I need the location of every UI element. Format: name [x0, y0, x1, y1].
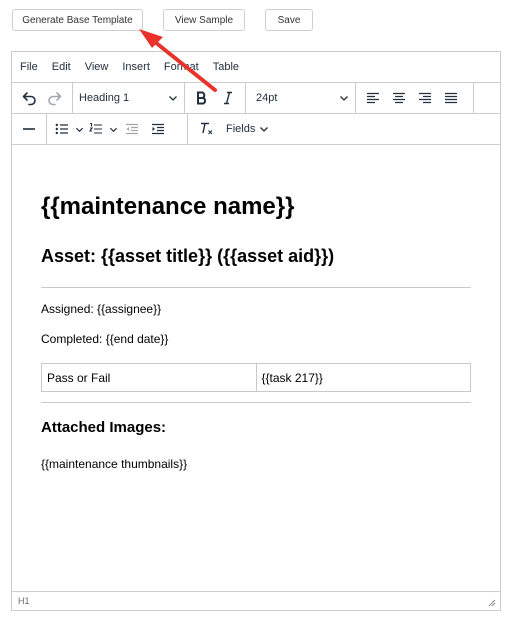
- bullet-list-button[interactable]: [51, 117, 85, 141]
- hr-group: [12, 114, 47, 144]
- menubar: File Edit View Insert Format Table: [12, 52, 500, 82]
- editor-content-area[interactable]: {{maintenance name}} Asset: {{asset titl…: [12, 145, 500, 592]
- horizontal-rule: [41, 287, 471, 288]
- horizontal-line-icon[interactable]: [16, 117, 42, 141]
- save-button[interactable]: Save: [265, 9, 313, 31]
- menu-format[interactable]: Format: [157, 56, 206, 78]
- element-path[interactable]: H1: [18, 596, 30, 606]
- menu-file[interactable]: File: [13, 56, 45, 78]
- font-size-value: 24pt: [256, 92, 278, 104]
- indent-icon[interactable]: [145, 117, 171, 141]
- generate-base-template-button[interactable]: Generate Base Template: [12, 9, 143, 31]
- block-format-select[interactable]: Heading 1: [73, 86, 184, 110]
- block-format-value: Heading 1: [79, 92, 130, 104]
- numbered-list-icon: [85, 117, 107, 141]
- list-group: [47, 114, 188, 144]
- assigned-paragraph: Assigned: {{assignee}}: [41, 302, 162, 316]
- undo-icon[interactable]: [16, 86, 42, 110]
- fields-label: Fields: [226, 123, 256, 135]
- chevron-down-icon: [73, 117, 85, 141]
- resize-handle-icon[interactable]: [488, 599, 496, 607]
- font-size-group: 24pt: [246, 83, 356, 113]
- numbered-list-button[interactable]: [85, 117, 119, 141]
- document-table: Pass or Fail {{task 217}}: [41, 363, 471, 392]
- completed-paragraph: Completed: {{end date}}: [41, 332, 169, 346]
- misc-group: Fields: [188, 114, 279, 144]
- table-row: Pass or Fail {{task 217}}: [41, 363, 471, 392]
- italic-icon[interactable]: [215, 86, 241, 110]
- table-cell[interactable]: {{task 217}}: [255, 363, 471, 392]
- redo-icon[interactable]: [42, 86, 68, 110]
- align-center-icon[interactable]: [386, 86, 412, 110]
- align-justify-icon[interactable]: [438, 86, 464, 110]
- alignment-group: [356, 83, 474, 113]
- bullet-list-icon: [51, 117, 73, 141]
- horizontal-rule: [41, 402, 471, 403]
- menu-table[interactable]: Table: [206, 56, 246, 78]
- toolbar-row-1: Heading 1 24pt: [12, 82, 500, 113]
- toolbar-row-2: Fields: [12, 113, 500, 145]
- outdent-icon[interactable]: [119, 117, 145, 141]
- chevron-down-icon: [169, 96, 177, 101]
- align-right-icon[interactable]: [412, 86, 438, 110]
- bold-icon[interactable]: [189, 86, 215, 110]
- document-heading-1: {{maintenance name}}: [41, 193, 295, 220]
- chevron-down-icon: [340, 96, 348, 101]
- view-sample-button[interactable]: View Sample: [163, 9, 245, 31]
- fields-menu-button[interactable]: Fields: [220, 117, 275, 141]
- thumbnails-paragraph: {{maintenance thumbnails}}: [41, 457, 188, 471]
- history-group: [12, 83, 73, 113]
- block-format-group: Heading 1: [73, 83, 185, 113]
- chevron-down-icon: [260, 127, 269, 132]
- menu-view[interactable]: View: [78, 56, 116, 78]
- document-heading-3: Attached Images:: [41, 419, 167, 436]
- text-style-group: [185, 83, 246, 113]
- document-heading-2: Asset: {{asset title}} ({{asset aid}}): [41, 246, 335, 266]
- align-left-icon[interactable]: [360, 86, 386, 110]
- table-cell[interactable]: Pass or Fail: [41, 363, 257, 392]
- clear-formatting-icon[interactable]: [194, 117, 220, 141]
- statusbar: H1: [12, 591, 500, 610]
- menu-edit[interactable]: Edit: [45, 56, 78, 78]
- font-size-select[interactable]: 24pt: [246, 86, 355, 110]
- chevron-down-icon: [107, 117, 119, 141]
- menu-insert[interactable]: Insert: [115, 56, 157, 78]
- rich-text-editor: File Edit View Insert Format Table Headi…: [11, 51, 501, 611]
